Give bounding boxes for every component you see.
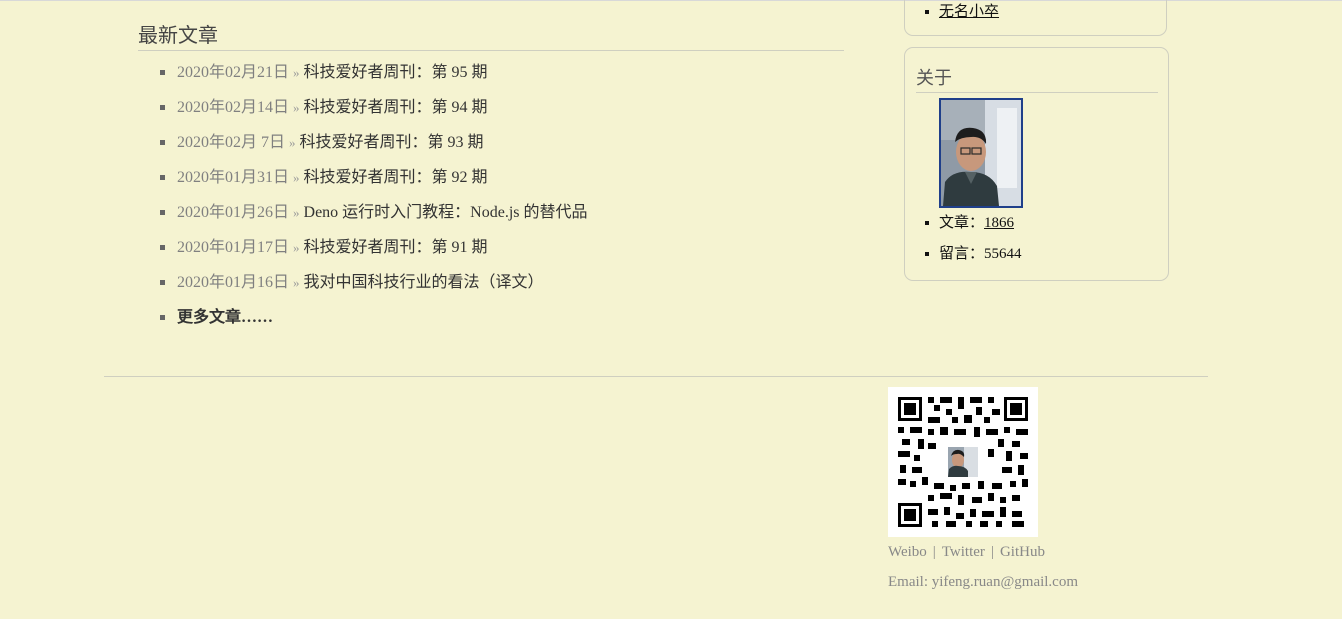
sidebar-previous-box: 无名小卒 — [904, 0, 1167, 36]
more-articles-item: 更多文章…… — [160, 307, 840, 342]
post-date: 2020年01月17日 — [177, 239, 290, 256]
comments-count-item: 留言：55644 — [921, 243, 1022, 274]
sidebar-link[interactable]: 无名小卒 — [939, 4, 999, 20]
list-item: 2020年02月14日» 科技爱好者周刊：第 94 期 — [160, 97, 840, 132]
post-date: 2020年02月 7日 — [177, 134, 286, 151]
footer-email: Email: yifeng.ruan@gmail.com — [888, 574, 1079, 590]
comments-count-label: 留言： — [939, 246, 985, 262]
sidebar-previous-list: 无名小卒 — [921, 1, 999, 23]
post-date: 2020年01月16日 — [177, 274, 290, 291]
avatar[interactable] — [939, 98, 1023, 208]
separator: » — [289, 135, 296, 150]
avatar-photo — [941, 100, 1021, 206]
about-box: 关于 文章：1866 留言：55644 — [904, 47, 1169, 281]
separator: » — [293, 65, 300, 80]
qr-code-icon — [888, 387, 1038, 537]
post-link[interactable]: 科技爱好者周刊：第 93 期 — [300, 134, 484, 151]
footer-social-links: Weibo | Twitter | GitHub — [888, 542, 1045, 562]
list-item: 无名小卒 — [921, 1, 999, 23]
post-link[interactable]: 我对中国科技行业的看法（译文） — [304, 274, 544, 291]
twitter-link[interactable]: Twitter — [942, 544, 985, 560]
post-date: 2020年02月21日 — [177, 64, 290, 81]
link-separator: | — [932, 544, 936, 560]
footer-divider — [104, 376, 1208, 377]
more-articles-link[interactable]: 更多文章…… — [177, 309, 273, 326]
list-item: 2020年01月31日» 科技爱好者周刊：第 92 期 — [160, 167, 840, 202]
separator: » — [293, 240, 300, 255]
post-link[interactable]: 科技爱好者周刊：第 92 期 — [304, 169, 488, 186]
about-stats-list: 文章：1866 留言：55644 — [921, 212, 1022, 274]
list-item: 2020年01月16日» 我对中国科技行业的看法（译文） — [160, 272, 840, 307]
posts-count-item: 文章：1866 — [921, 212, 1022, 243]
post-link[interactable]: 科技爱好者周刊：第 94 期 — [304, 99, 488, 116]
list-item: 2020年02月 7日» 科技爱好者周刊：第 93 期 — [160, 132, 840, 167]
list-item: 2020年02月21日» 科技爱好者周刊：第 95 期 — [160, 62, 840, 97]
about-heading: 关于 — [916, 64, 1158, 93]
github-link[interactable]: GitHub — [1000, 544, 1045, 560]
separator: » — [293, 100, 300, 115]
posts-count-label: 文章： — [939, 215, 985, 231]
comments-count-value: 55644 — [984, 246, 1022, 262]
post-date: 2020年01月31日 — [177, 169, 290, 186]
post-link[interactable]: 科技爱好者周刊：第 95 期 — [304, 64, 488, 81]
separator: » — [293, 170, 300, 185]
list-item: 2020年01月26日» Deno 运行时入门教程：Node.js 的替代品 — [160, 202, 840, 237]
separator: » — [293, 275, 300, 290]
post-date: 2020年02月14日 — [177, 99, 290, 116]
wechat-qr-code — [888, 387, 1038, 537]
post-link[interactable]: Deno 运行时入门教程：Node.js 的替代品 — [304, 204, 588, 221]
link-separator: | — [990, 544, 994, 560]
posts-count-link[interactable]: 1866 — [984, 215, 1014, 231]
post-link[interactable]: 科技爱好者周刊：第 91 期 — [304, 239, 488, 256]
latest-articles-list: 2020年02月21日» 科技爱好者周刊：第 95 期 2020年02月14日» 科… — [160, 62, 840, 342]
list-item: 2020年01月17日» 科技爱好者周刊：第 91 期 — [160, 237, 840, 272]
separator: » — [293, 205, 300, 220]
latest-articles-heading: 最新文章 — [138, 22, 844, 51]
latest-articles-section: 最新文章 2020年02月21日» 科技爱好者周刊：第 95 期 2020年02月… — [138, 22, 844, 326]
post-date: 2020年01月26日 — [177, 204, 290, 221]
weibo-link[interactable]: Weibo — [888, 544, 927, 560]
